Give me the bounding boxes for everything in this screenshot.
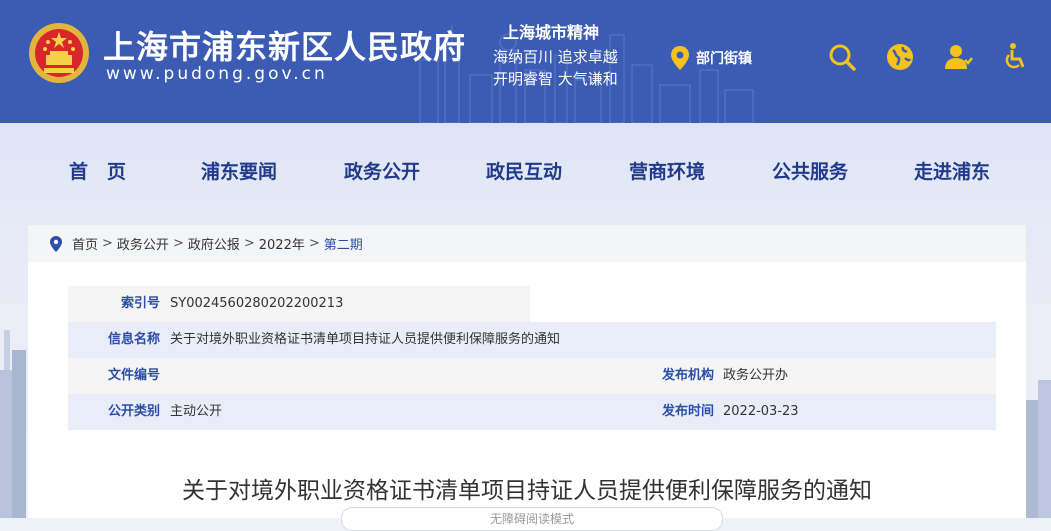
main-nav: 首 页 浦东要闻 政务公开 政民互动 营商环境 公共服务 走进浦东 — [0, 152, 1051, 192]
issuer-label: 发布机构 — [661, 368, 714, 383]
nav-item-about-pudong[interactable]: 走进浦东 — [914, 152, 990, 192]
issuer-value: 政务公开办 — [723, 368, 789, 383]
location-pin-icon — [50, 235, 62, 252]
departments-streets-link[interactable]: 部门街镇 — [670, 45, 752, 71]
breadcrumb-year[interactable]: 2022年 — [259, 234, 305, 253]
accessible-reading-button[interactable]: 无障碍阅读模式 — [341, 507, 723, 531]
site-title[interactable]: 上海市浦东新区人民政府 — [103, 22, 466, 68]
city-decoration-left — [0, 330, 26, 518]
city-spirit-line-2: 开明睿智 大气谦和 — [493, 70, 618, 88]
nav-item-home[interactable]: 首 页 — [69, 152, 126, 192]
category-value: 主动公开 — [170, 404, 223, 419]
city-decoration-right — [1024, 380, 1051, 518]
user-icon[interactable] — [943, 42, 973, 72]
doc-number-label: 文件编号 — [107, 368, 160, 383]
site-url: www.pudong.gov.cn — [106, 64, 328, 84]
meta-row-info-name: 信息名称 关于对境外职业资格证书清单项目持证人员提供便利保障服务的通知 — [68, 322, 996, 358]
departments-streets-label: 部门街镇 — [696, 51, 752, 67]
meta-row-docno-issuer: 文件编号 发布机构 政务公开办 — [68, 358, 996, 394]
publish-date-label: 发布时间 — [661, 404, 714, 419]
location-pin-icon — [671, 46, 689, 70]
breadcrumb-gazette[interactable]: 政府公报 — [188, 234, 240, 253]
index-label: 索引号 — [120, 296, 160, 311]
meta-row-category-date: 公开类别 主动公开 发布时间 2022-03-23 — [68, 394, 996, 430]
nav-item-interaction[interactable]: 政民互动 — [486, 152, 562, 192]
accessibility-icon[interactable] — [1000, 42, 1030, 72]
breadcrumb-current[interactable]: 第二期 — [324, 234, 363, 253]
content-card: 首页 > 政务公开 > 政府公报 > 2022年 > 第二期 索引号 SY002… — [28, 225, 1026, 531]
breadcrumb-separator: > — [102, 236, 113, 251]
nav-item-government-info[interactable]: 政务公开 — [344, 152, 420, 192]
breadcrumb: 首页 > 政务公开 > 政府公报 > 2022年 > 第二期 — [28, 225, 1026, 262]
category-label: 公开类别 — [107, 404, 160, 419]
breadcrumb-government-info[interactable]: 政务公开 — [117, 234, 169, 253]
breadcrumb-separator: > — [308, 236, 320, 251]
nav-item-public-services[interactable]: 公共服务 — [772, 152, 848, 192]
breadcrumb-home[interactable]: 首页 — [72, 234, 98, 253]
city-spirit-title: 上海城市精神 — [503, 23, 600, 42]
nav-item-pudong-news[interactable]: 浦东要闻 — [201, 152, 277, 192]
info-name-value: 关于对境外职业资格证书清单项目持证人员提供便利保障服务的通知 — [170, 332, 561, 347]
document-title: 关于对境外职业资格证书清单项目持证人员提供便利保障服务的通知 — [182, 478, 872, 504]
index-value: SY0024560280202200213 — [170, 296, 344, 311]
city-spirit-line-1: 海纳百川 追求卓越 — [493, 48, 618, 66]
search-icon[interactable] — [827, 42, 857, 72]
meta-row-index: 索引号 SY0024560280202200213 — [68, 286, 530, 322]
info-name-label: 信息名称 — [107, 332, 160, 347]
breadcrumb-separator: > — [243, 236, 255, 251]
nav-item-business-environment[interactable]: 营商环境 — [629, 152, 705, 192]
globe-icon[interactable] — [885, 42, 915, 72]
national-emblem-icon — [29, 23, 89, 83]
breadcrumb-separator: > — [172, 236, 184, 251]
publish-date-value: 2022-03-23 — [723, 404, 799, 419]
site-header: 上海市浦东新区人民政府 www.pudong.gov.cn 上海城市精神 海纳百… — [0, 0, 1051, 123]
